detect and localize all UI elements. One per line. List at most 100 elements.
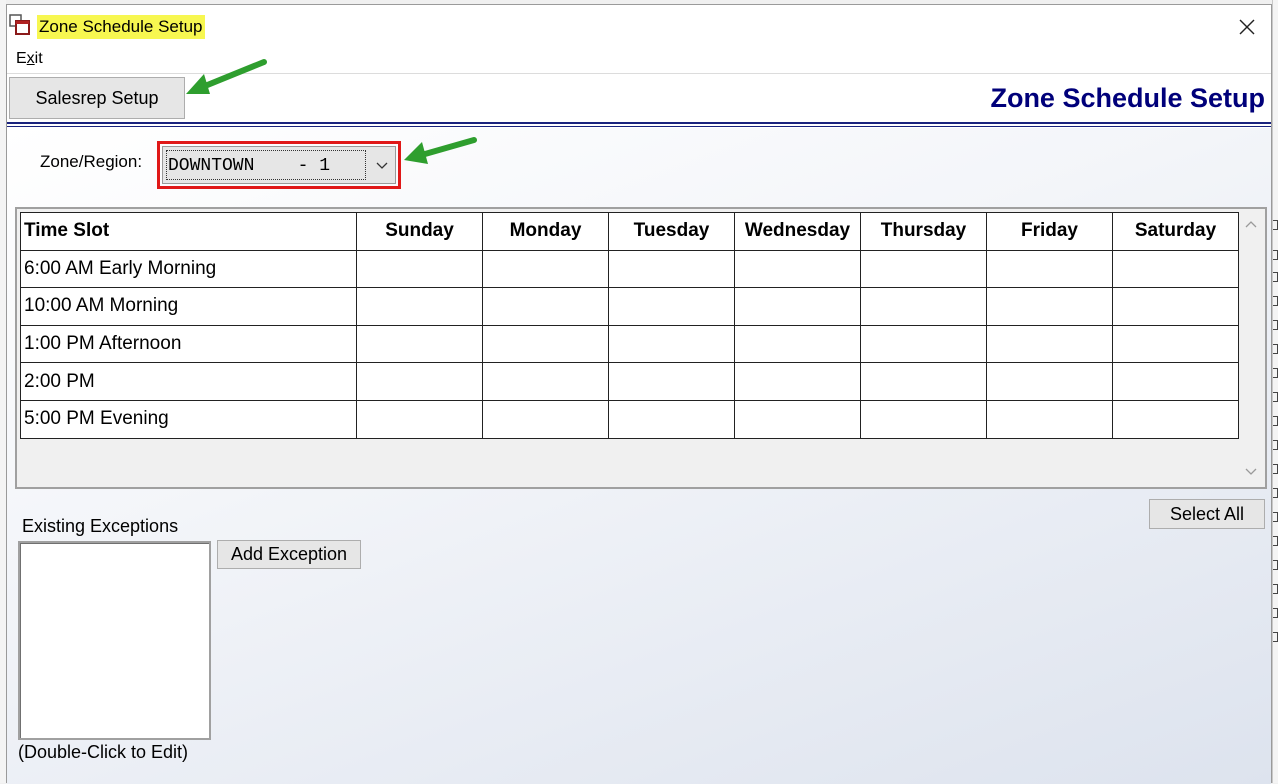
background-mark bbox=[1273, 272, 1278, 282]
app-icon bbox=[9, 14, 30, 35]
background-mark bbox=[1273, 512, 1278, 522]
zone-select-value: DOWNTOWN - 1 bbox=[168, 156, 331, 176]
time-slot-cell: 1:00 PM Afternoon bbox=[20, 324, 357, 364]
background-mark bbox=[1273, 440, 1278, 450]
menu-exit-suffix: it bbox=[34, 50, 43, 67]
header-divider-thin bbox=[7, 126, 1271, 127]
zone-region-select[interactable]: DOWNTOWN - 1 bbox=[162, 146, 396, 184]
schedule-cell[interactable] bbox=[1112, 287, 1239, 326]
schedule-cell[interactable] bbox=[860, 324, 987, 364]
schedule-cell[interactable] bbox=[608, 399, 735, 439]
page-title: Zone Schedule Setup bbox=[990, 83, 1265, 113]
schedule-cell[interactable] bbox=[482, 287, 609, 326]
background-mark bbox=[1273, 368, 1278, 378]
background-mark bbox=[1273, 608, 1278, 618]
add-exception-button[interactable]: Add Exception bbox=[217, 540, 361, 569]
column-header-thursday: Thursday bbox=[860, 212, 987, 251]
schedule-cell[interactable] bbox=[482, 249, 609, 289]
content-area: Zone/Region: DOWNTOWN - 1 Time Slot Sund… bbox=[7, 128, 1271, 784]
schedule-cell[interactable] bbox=[860, 399, 987, 439]
background-mark bbox=[1273, 392, 1278, 402]
schedule-cell[interactable] bbox=[608, 287, 735, 326]
zone-region-label: Zone/Region: bbox=[40, 152, 143, 171]
schedule-header-row: Time Slot Sunday Monday Tuesday Wednesda… bbox=[20, 212, 1239, 251]
table-row: 2:00 PM bbox=[20, 362, 1239, 401]
schedule-cell[interactable] bbox=[734, 324, 861, 364]
schedule-cell[interactable] bbox=[356, 287, 483, 326]
zone-schedule-window: Zone Schedule Setup Exit Salesrep Setup … bbox=[6, 4, 1272, 784]
schedule-cell[interactable] bbox=[860, 362, 987, 401]
column-header-wednesday: Wednesday bbox=[734, 212, 861, 251]
menu-item-exit[interactable]: Exit bbox=[16, 50, 43, 68]
schedule-cell[interactable] bbox=[734, 362, 861, 401]
schedule-cell[interactable] bbox=[986, 324, 1113, 364]
table-row: 6:00 AM Early Morning bbox=[20, 249, 1239, 289]
column-header-monday: Monday bbox=[482, 212, 609, 251]
background-mark bbox=[1273, 464, 1278, 474]
background-mark bbox=[1273, 560, 1278, 570]
time-slot-cell: 5:00 PM Evening bbox=[20, 399, 357, 439]
background-mark bbox=[1273, 416, 1278, 426]
schedule-cell[interactable] bbox=[734, 287, 861, 326]
arrow-icon bbox=[186, 59, 267, 94]
schedule-cell[interactable] bbox=[1112, 324, 1239, 364]
background-mark bbox=[1273, 220, 1278, 230]
schedule-cell[interactable] bbox=[986, 362, 1113, 401]
time-slot-cell: 2:00 PM bbox=[20, 362, 357, 401]
table-row: 5:00 PM Evening bbox=[20, 399, 1239, 439]
schedule-grid: Time Slot Sunday Monday Tuesday Wednesda… bbox=[15, 207, 1267, 489]
table-row: 10:00 AM Morning bbox=[20, 287, 1239, 326]
background-mark bbox=[1273, 584, 1278, 594]
title-bar: Zone Schedule Setup bbox=[7, 5, 1271, 45]
background-mark bbox=[1273, 296, 1278, 306]
menu-exit-access-key: x bbox=[26, 50, 35, 67]
menu-exit-prefix: E bbox=[16, 50, 27, 67]
salesrep-setup-button[interactable]: Salesrep Setup bbox=[9, 77, 185, 119]
schedule-cell[interactable] bbox=[482, 399, 609, 439]
schedule-cell[interactable] bbox=[860, 249, 987, 289]
background-mark bbox=[1273, 632, 1278, 642]
schedule-cell[interactable] bbox=[986, 287, 1113, 326]
time-slot-cell: 6:00 AM Early Morning bbox=[20, 249, 357, 289]
chevron-down-icon bbox=[376, 162, 388, 169]
schedule-table: Time Slot Sunday Monday Tuesday Wednesda… bbox=[20, 212, 1239, 439]
schedule-cell[interactable] bbox=[860, 287, 987, 326]
schedule-cell[interactable] bbox=[986, 399, 1113, 439]
column-header-tuesday: Tuesday bbox=[608, 212, 735, 251]
schedule-cell[interactable] bbox=[1112, 362, 1239, 401]
background-mark bbox=[1273, 250, 1278, 260]
scroll-down-icon[interactable] bbox=[1244, 465, 1258, 479]
header-divider bbox=[7, 122, 1271, 124]
schedule-cell[interactable] bbox=[986, 249, 1113, 289]
background-mark bbox=[1273, 488, 1278, 498]
column-header-time-slot: Time Slot bbox=[20, 212, 357, 251]
column-header-sunday: Sunday bbox=[356, 212, 483, 251]
background-mark bbox=[1273, 536, 1278, 546]
window-title: Zone Schedule Setup bbox=[37, 15, 205, 39]
schedule-cell[interactable] bbox=[734, 249, 861, 289]
schedule-cell[interactable] bbox=[356, 249, 483, 289]
column-header-friday: Friday bbox=[986, 212, 1113, 251]
close-icon bbox=[1239, 19, 1255, 35]
schedule-cell[interactable] bbox=[356, 399, 483, 439]
schedule-cell[interactable] bbox=[482, 324, 609, 364]
double-click-hint: (Double-Click to Edit) bbox=[18, 742, 189, 762]
schedule-cell[interactable] bbox=[608, 249, 735, 289]
existing-exceptions-label: Existing Exceptions bbox=[22, 516, 179, 536]
schedule-cell[interactable] bbox=[356, 362, 483, 401]
close-button[interactable] bbox=[1229, 9, 1265, 45]
arrow-icon bbox=[404, 137, 477, 164]
exceptions-listbox[interactable] bbox=[18, 541, 211, 740]
schedule-cell[interactable] bbox=[1112, 399, 1239, 439]
select-all-button[interactable]: Select All bbox=[1149, 499, 1265, 529]
scroll-up-icon[interactable] bbox=[1244, 217, 1258, 231]
schedule-cell[interactable] bbox=[482, 362, 609, 401]
schedule-cell[interactable] bbox=[608, 362, 735, 401]
schedule-cell[interactable] bbox=[734, 399, 861, 439]
schedule-cell[interactable] bbox=[1112, 249, 1239, 289]
schedule-cell[interactable] bbox=[608, 324, 735, 364]
background-mark bbox=[1273, 344, 1278, 354]
schedule-cell[interactable] bbox=[356, 324, 483, 364]
grid-vertical-scrollbar[interactable] bbox=[1239, 211, 1263, 485]
table-row: 1:00 PM Afternoon bbox=[20, 324, 1239, 364]
